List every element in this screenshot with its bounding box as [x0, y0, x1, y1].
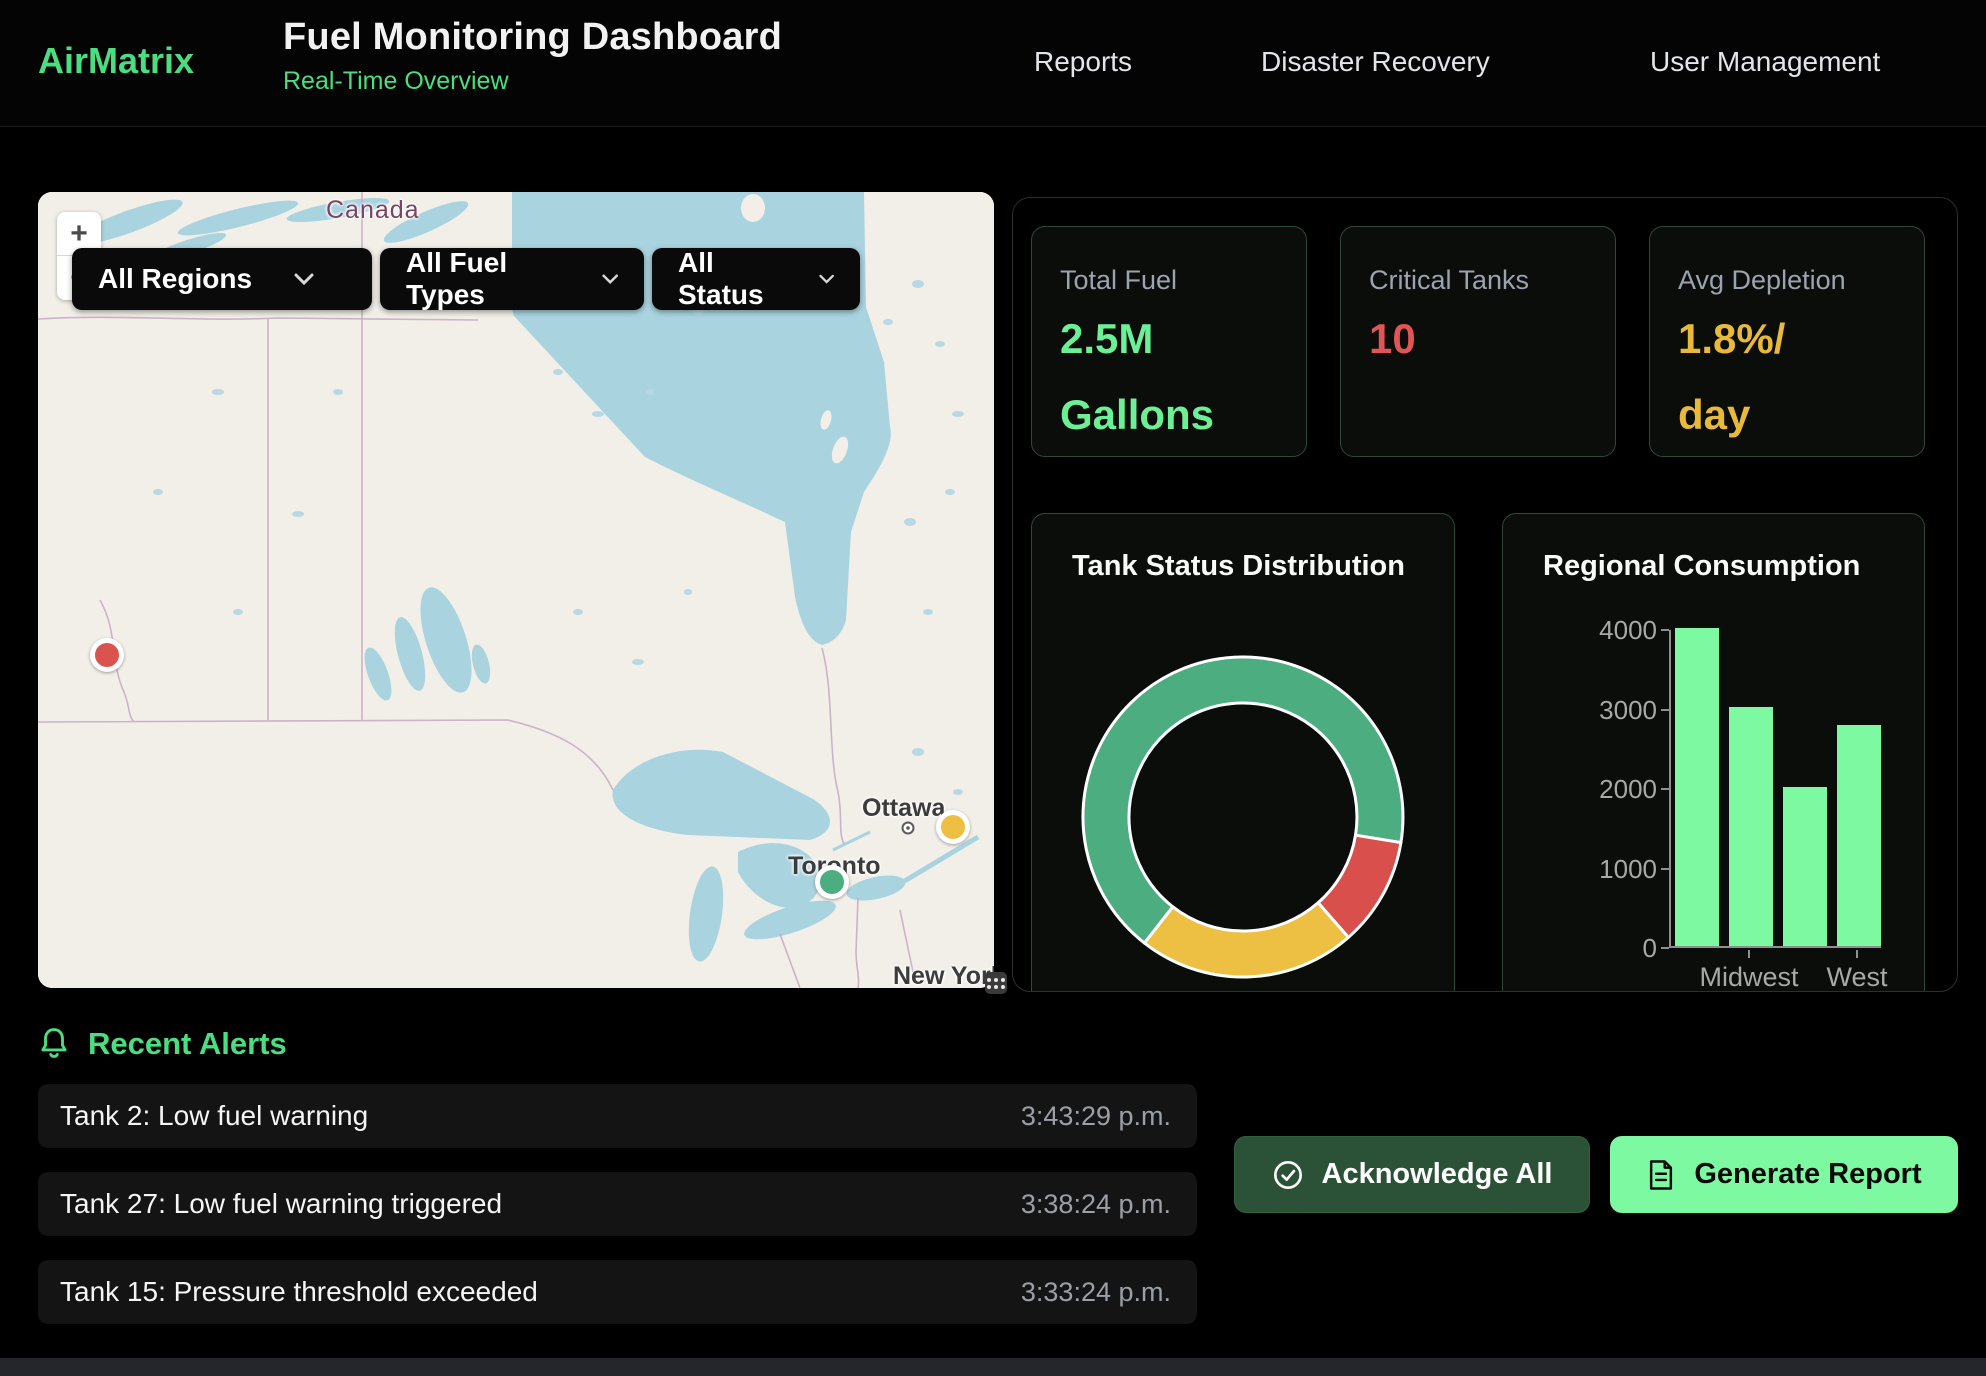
x-axis-tick-label: Midwest	[1699, 962, 1798, 992]
chevron-down-icon	[602, 273, 618, 285]
tank-status-card: Tank Status Distribution	[1031, 513, 1455, 992]
stat-card-critical-tanks: Critical Tanks 10	[1340, 226, 1616, 457]
stat-label: Critical Tanks	[1369, 265, 1615, 296]
alert-row[interactable]: Tank 15: Pressure threshold exceeded 3:3…	[38, 1260, 1197, 1324]
nav-reports[interactable]: Reports	[1034, 46, 1132, 78]
recent-alerts-header: Recent Alerts	[38, 1026, 287, 1062]
stat-card-total-fuel: Total Fuel 2.5MGallons	[1031, 226, 1307, 457]
region-filter-dropdown[interactable]: All Regions	[72, 248, 372, 310]
chevron-down-icon	[819, 273, 834, 285]
map-label-ottawa: Ottawa	[862, 794, 945, 823]
y-axis-tick-label: 0	[1587, 933, 1657, 964]
chevron-down-icon	[294, 273, 314, 285]
status-filter-dropdown[interactable]: All Status	[652, 248, 860, 310]
nav-disaster-recovery[interactable]: Disaster Recovery	[1261, 46, 1490, 78]
fuel-type-filter-dropdown[interactable]: All Fuel Types	[380, 248, 644, 310]
check-circle-icon	[1272, 1159, 1304, 1191]
acknowledge-all-button[interactable]: Acknowledge All	[1234, 1136, 1590, 1213]
fuel-map[interactable]: Canada Ottawa Toronto New York + − All R…	[38, 192, 994, 988]
alert-time: 3:33:24 p.m.	[1021, 1277, 1171, 1308]
regional-consumption-card: Regional Consumption 0 1000 2000 3000 4000 Mi…	[1502, 513, 1925, 992]
alert-row[interactable]: Tank 2: Low fuel warning 3:43:29 p.m.	[38, 1084, 1197, 1148]
tank-status-donut-chart	[1078, 652, 1408, 982]
y-axis-tick-label: 1000	[1587, 854, 1657, 885]
stat-label: Total Fuel	[1060, 265, 1306, 296]
fuel-type-filter-value: All Fuel Types	[406, 247, 560, 311]
brand-logo: AirMatrix	[38, 40, 194, 82]
region-filter-value: All Regions	[98, 263, 252, 295]
y-axis-tick-label: 3000	[1587, 695, 1657, 726]
generate-report-label: Generate Report	[1694, 1158, 1921, 1191]
y-axis-tick-label: 4000	[1587, 615, 1657, 646]
chart-title: Tank Status Distribution	[1072, 550, 1405, 583]
page-title: Fuel Monitoring Dashboard	[283, 16, 782, 59]
stat-label: Avg Depletion	[1678, 265, 1924, 296]
bar-region-3	[1783, 787, 1827, 946]
status-filter-value: All Status	[678, 247, 777, 311]
app-header: AirMatrix Fuel Monitoring Dashboard Real…	[0, 0, 1986, 127]
tank-marker-critical[interactable]	[90, 638, 124, 672]
acknowledge-all-label: Acknowledge All	[1322, 1158, 1553, 1191]
alert-message: Tank 2: Low fuel warning	[60, 1100, 368, 1132]
generate-report-button[interactable]: Generate Report	[1610, 1136, 1958, 1213]
alert-message: Tank 15: Pressure threshold exceeded	[60, 1276, 538, 1308]
bar-West	[1837, 725, 1881, 946]
ottawa-town-dot	[903, 823, 914, 834]
tank-marker-normal[interactable]	[815, 865, 849, 899]
alert-message: Tank 27: Low fuel warning triggered	[60, 1188, 502, 1220]
alert-time: 3:38:24 p.m.	[1021, 1189, 1171, 1220]
horizontal-scrollbar[interactable]	[0, 1358, 1986, 1376]
regional-consumption-bar-chart	[1669, 630, 1881, 948]
page-subtitle: Real-Time Overview	[283, 67, 782, 96]
nav-user-management[interactable]: User Management	[1650, 46, 1880, 78]
tank-marker-warning[interactable]	[936, 810, 970, 844]
bar-region-1	[1675, 628, 1719, 946]
alert-row[interactable]: Tank 27: Low fuel warning triggered 3:38…	[38, 1172, 1197, 1236]
alert-time: 3:43:29 p.m.	[1021, 1101, 1171, 1132]
bar-Midwest	[1729, 707, 1773, 946]
stat-card-avg-depletion: Avg Depletion 1.8%/day	[1649, 226, 1925, 457]
y-axis-tick-label: 2000	[1587, 774, 1657, 805]
stat-value: 1.8%/day	[1678, 306, 1924, 448]
dashboard-panel: Total Fuel 2.5MGallons Critical Tanks 10…	[1012, 197, 1958, 992]
map-label-new-york: New York	[893, 962, 994, 988]
file-text-icon	[1646, 1159, 1676, 1191]
map-filters: All Regions All Fuel Types All Status	[72, 248, 860, 310]
stat-value: 2.5MGallons	[1060, 306, 1306, 448]
title-block: Fuel Monitoring Dashboard Real-Time Over…	[283, 16, 782, 96]
recent-alerts-title: Recent Alerts	[88, 1026, 287, 1062]
x-axis-tick-label: West	[1826, 962, 1887, 992]
bell-icon	[38, 1027, 70, 1061]
map-resize-handle[interactable]	[985, 972, 1007, 994]
map-label-canada: Canada	[326, 196, 420, 225]
chart-title: Regional Consumption	[1543, 550, 1860, 583]
donut-segment-warning	[1145, 903, 1349, 977]
stat-value: 10	[1369, 306, 1615, 372]
